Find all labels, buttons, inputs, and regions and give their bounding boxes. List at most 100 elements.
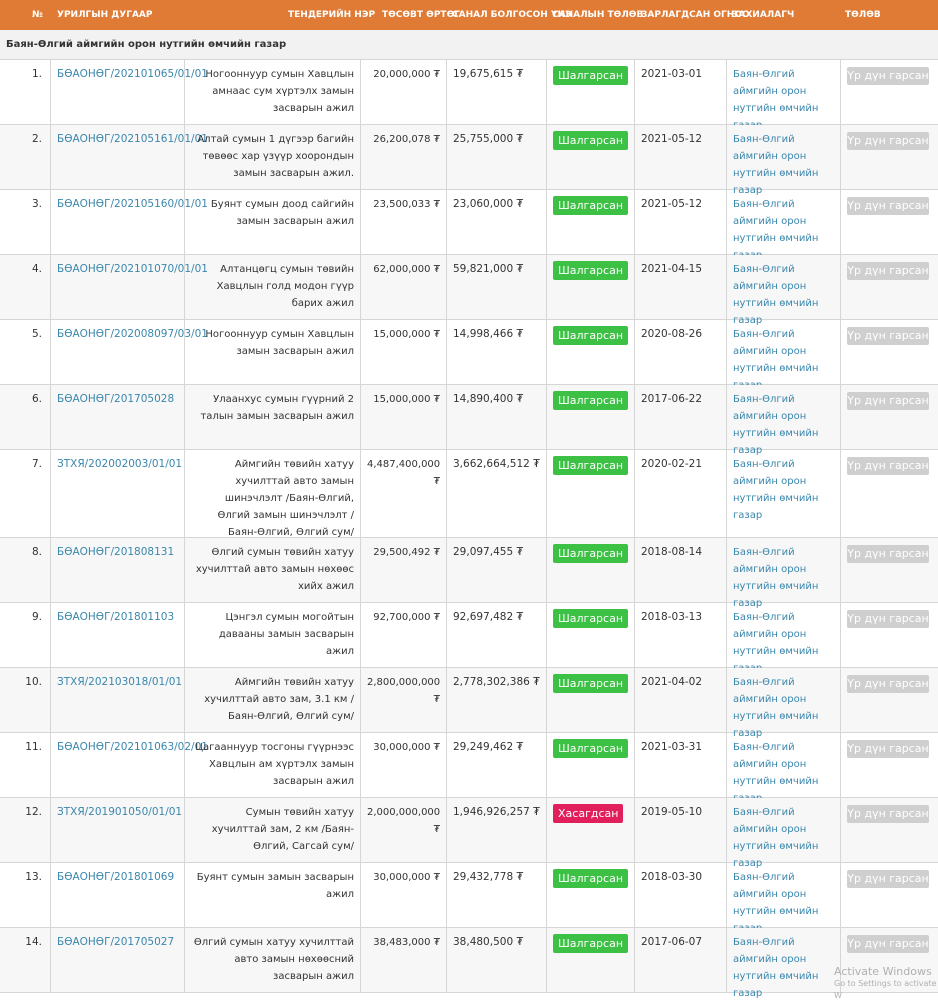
offer-amount: 23,060,000 ₮	[453, 198, 524, 210]
row-number-cell: 10.	[0, 668, 50, 732]
customer-link[interactable]: Баян-Өлгий аймгийн орон нутгийн өмчийн г…	[733, 134, 818, 196]
customer-link[interactable]: Баян-Өлгий аймгийн орон нутгийн өмчийн г…	[733, 69, 818, 131]
row-number-cell: 3.	[0, 190, 50, 254]
announce-date-cell: 2019-05-10	[634, 798, 726, 862]
customer-link[interactable]: Баян-Өлгий аймгийн орон нутгийн өмчийн г…	[733, 394, 818, 456]
announce-date: 2019-05-10	[641, 806, 703, 818]
result-button[interactable]: Үр дүн гарсан	[847, 327, 929, 345]
customer-link[interactable]: Баян-Өлгий аймгийн орон нутгийн өмчийн г…	[733, 677, 818, 739]
invitation-number-link[interactable]: БӨАОНӨГ/201808131	[57, 546, 174, 558]
budget-amount: 30,000,000 ₮	[373, 872, 440, 883]
status-badge: Шалгарсан	[553, 609, 629, 628]
table-row: 9. БӨАОНӨГ/201801103 Цэнгэл сумын могойтын…	[0, 603, 938, 674]
offer-amount: 29,249,462 ₮	[453, 741, 524, 753]
tender-name-cell: Ногооннуур сумын Хавцлын замын засварын …	[184, 320, 360, 384]
result-button[interactable]: Үр дүн гарсан	[847, 262, 929, 280]
result-button[interactable]: Үр дүн гарсан	[847, 545, 929, 563]
customer-link[interactable]: Баян-Өлгий аймгийн орон нутгийн өмчийн г…	[733, 807, 818, 869]
customer-link[interactable]: Баян-Өлгий аймгийн орон нутгийн өмчийн г…	[733, 459, 818, 521]
customer-link[interactable]: Баян-Өлгий аймгийн орон нутгийн өмчийн г…	[733, 742, 818, 804]
result-button[interactable]: Үр дүн гарсан	[847, 457, 929, 475]
row-number-cell: 12.	[0, 798, 50, 862]
tender-name: Аймгийн төвийн хатуу хучилттай авто замы…	[217, 459, 354, 538]
row-number-cell: 6.	[0, 385, 50, 449]
customer-cell: Баян-Өлгий аймгийн орон нутгийн өмчийн г…	[726, 385, 840, 456]
announce-date: 2021-05-12	[641, 198, 703, 210]
status-cell: Шалгарсан	[546, 190, 634, 254]
row-number-cell: 2.	[0, 125, 50, 189]
tender-name-cell: Өлгий сумын төвийн хатуу хучилттай авто …	[184, 538, 360, 602]
column-header-customer[interactable]: ЗАХИАЛАГЧ	[732, 0, 794, 30]
result-button[interactable]: Үр дүн гарсан	[847, 392, 929, 410]
invitation-number-cell: БӨАОНӨГ/202101070/01/01	[50, 255, 208, 319]
customer-cell: Баян-Өлгий аймгийн орон нутгийн өмчийн г…	[726, 863, 840, 934]
table-body: 1. БӨАОНӨГ/202101065/01/01 Ногооннуур сумы…	[0, 60, 938, 999]
announce-date: 2021-04-15	[641, 263, 703, 275]
invitation-number-link[interactable]: БӨАОНӨГ/201705027	[57, 936, 174, 948]
table-row: 13. БӨАОНӨГ/201801069 Буянт сумын замын за…	[0, 863, 938, 934]
status-cell: Шалгарсан	[546, 125, 634, 189]
tender-name-cell: Цагааннуур тосгоны гүүрнээс Хавцлын ам х…	[184, 733, 360, 797]
customer-cell: Баян-Өлгий аймгийн орон нутгийн өмчийн г…	[726, 125, 840, 196]
customer-link[interactable]: Баян-Өлгий аймгийн орон нутгийн өмчийн г…	[733, 264, 818, 326]
table-row: 10. ЗТХЯ/202103018/01/01 Аймгийн төвийн ха…	[0, 668, 938, 739]
table-header: № УРИЛГЫН ДУГААР ТЕНДЕРИЙН НЭР ТӨСӨВТ ӨР…	[0, 0, 938, 30]
result-button[interactable]: Үр дүн гарсан	[847, 132, 929, 150]
status-cell: Шалгарсан	[546, 450, 634, 537]
result-button[interactable]: Үр дүн гарсан	[847, 67, 929, 85]
result-button[interactable]: Үр дүн гарсан	[847, 935, 929, 953]
offer-amount-cell: 25,755,000 ₮	[446, 125, 546, 189]
status-cell: Шалгарсан	[546, 255, 634, 319]
offer-amount: 25,755,000 ₮	[453, 133, 524, 145]
row-number: 8.	[31, 546, 42, 558]
status-badge: Шалгарсан	[553, 196, 629, 215]
customer-cell: Баян-Өлгий аймгийн орон нутгийн өмчийн г…	[726, 668, 840, 739]
customer-link[interactable]: Баян-Өлгий аймгийн орон нутгийн өмчийн г…	[733, 937, 818, 999]
table-row: 11. БӨАОНӨГ/202101063/02/01 Цагааннуур тос…	[0, 733, 938, 804]
column-header-offer-status[interactable]: САНАЛЫН ТӨЛӨВ	[552, 0, 643, 30]
column-header-invitation-number[interactable]: УРИЛГЫН ДУГААР	[57, 0, 152, 30]
announce-date: 2021-04-02	[641, 676, 703, 688]
result-button[interactable]: Үр дүн гарсан	[847, 610, 929, 628]
announce-date-cell: 2021-03-01	[634, 60, 726, 124]
result-button[interactable]: Үр дүн гарсан	[847, 197, 929, 215]
column-header-number: №	[32, 10, 43, 20]
result-button[interactable]: Үр дүн гарсан	[847, 740, 929, 758]
row-number: 4.	[31, 263, 42, 275]
customer-link[interactable]: Баян-Өлгий аймгийн орон нутгийн өмчийн г…	[733, 547, 818, 609]
result-button[interactable]: Үр дүн гарсан	[847, 675, 929, 693]
announce-date-cell: 2021-05-12	[634, 125, 726, 189]
invitation-number-link[interactable]: БӨАОНӨГ/201705028	[57, 393, 174, 405]
row-number-cell: 13.	[0, 863, 50, 927]
tender-name: Алтай сумын 1 дүгээр багийн төвөөс хар ү…	[197, 134, 354, 179]
column-header-tender-name[interactable]: ТЕНДЕРИЙН НЭР	[288, 0, 375, 30]
result-cell: Үр дүн гарсан	[840, 450, 938, 537]
invitation-number-link[interactable]: БӨАОНӨГ/201801069	[57, 871, 174, 883]
invitation-number-link[interactable]: ЗТХЯ/202103018/01/01	[57, 676, 182, 688]
status-badge: Шалгарсан	[553, 869, 629, 888]
invitation-number-link[interactable]: ЗТХЯ/202002003/01/01	[57, 458, 182, 470]
customer-link[interactable]: Баян-Өлгий аймгийн орон нутгийн өмчийн г…	[733, 612, 818, 674]
invitation-number-link[interactable]: ЗТХЯ/201901050/01/01	[57, 806, 182, 818]
customer-link[interactable]: Баян-Өлгий аймгийн орон нутгийн өмчийн г…	[733, 329, 818, 391]
budget-amount: 30,000,000 ₮	[373, 742, 440, 753]
column-header-state[interactable]: ТӨЛӨВ	[845, 0, 881, 30]
announce-date: 2017-06-22	[641, 393, 703, 405]
row-number-cell: 1.	[0, 60, 50, 124]
result-button[interactable]: Үр дүн гарсан	[847, 870, 929, 888]
status-cell: Шалгарсан	[546, 538, 634, 602]
invitation-number-link[interactable]: БӨАОНӨГ/201801103	[57, 611, 174, 623]
offer-amount: 92,697,482 ₮	[453, 611, 524, 623]
column-header-budget[interactable]: ТӨСӨВТ ӨРТӨГ	[382, 0, 460, 30]
announce-date-cell: 2020-02-21	[634, 450, 726, 537]
customer-link[interactable]: Баян-Өлгий аймгийн орон нутгийн өмчийн г…	[733, 199, 818, 261]
customer-cell: Баян-Өлгий аймгийн орон нутгийн өмчийн г…	[726, 733, 840, 804]
customer-link[interactable]: Баян-Өлгий аймгийн орон нутгийн өмчийн г…	[733, 872, 818, 934]
budget-amount-cell: 15,000,000 ₮	[360, 385, 446, 449]
result-button[interactable]: Үр дүн гарсан	[847, 805, 929, 823]
result-cell: Үр дүн гарсан	[840, 255, 938, 319]
tender-name-cell: Алтанцөгц сумын төвийн Хавцлын голд модо…	[184, 255, 360, 319]
budget-amount-cell: 62,000,000 ₮	[360, 255, 446, 319]
status-badge: Шалгарсан	[553, 544, 629, 563]
customer-cell: Баян-Өлгий аймгийн орон нутгийн өмчийн г…	[726, 60, 840, 131]
